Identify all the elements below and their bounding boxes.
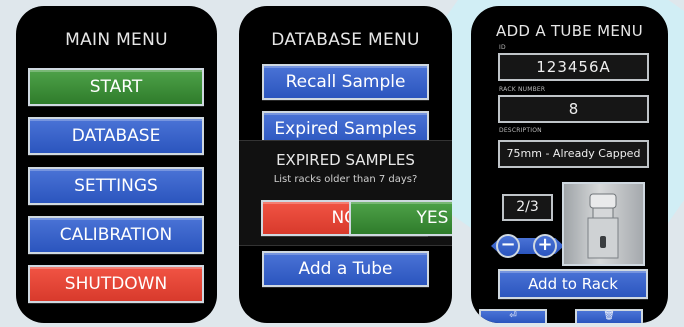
trash-icon: 🗑	[603, 311, 615, 321]
back-icon: ⏎	[509, 311, 517, 321]
rack-number-label: RACK NUMBER	[499, 86, 546, 93]
main-menu-title: MAIN MENU	[65, 30, 168, 50]
rack-number-field[interactable]: 8	[498, 95, 649, 123]
description-field[interactable]: 75mm - Already Capped	[498, 140, 649, 168]
id-label: ID	[499, 44, 506, 51]
back-button[interactable]: ⏎	[479, 309, 547, 323]
main-menu-screen: MAIN MENU START DATABASE SETTINGS CALIBR…	[16, 6, 217, 323]
delete-button[interactable]: 🗑	[575, 309, 643, 323]
expired-samples-dialog: EXPIRED SAMPLES List racks older than 7 …	[239, 140, 452, 246]
id-field[interactable]: 123456A	[498, 53, 649, 81]
tube-counter: 2/3	[502, 194, 553, 221]
plus-button[interactable]: +	[533, 234, 557, 258]
add-tube-title: ADD A TUBE MENU	[496, 22, 643, 40]
add-tube-screen: ADD A TUBE MENU ID 123456A RACK NUMBER 8…	[471, 6, 668, 323]
recall-sample-button[interactable]: Recall Sample	[262, 64, 429, 100]
dialog-title: EXPIRED SAMPLES	[276, 151, 415, 169]
description-label: DESCRIPTION	[499, 127, 542, 134]
minus-button[interactable]: −	[496, 234, 520, 258]
database-menu-screen: DATABASE MENU Recall Sample Expired Samp…	[239, 6, 452, 323]
database-button[interactable]: DATABASE	[28, 117, 204, 155]
tube-icon	[587, 193, 619, 259]
shutdown-button[interactable]: SHUTDOWN	[28, 265, 204, 303]
calibration-button[interactable]: CALIBRATION	[28, 216, 204, 254]
start-button[interactable]: START	[28, 68, 204, 106]
yes-button[interactable]: YES	[349, 200, 452, 236]
dialog-message: List racks older than 7 days?	[273, 174, 418, 185]
add-to-rack-button[interactable]: Add to Rack	[498, 269, 648, 299]
database-menu-title: DATABASE MENU	[271, 30, 420, 50]
tube-photo	[562, 182, 645, 266]
settings-button[interactable]: SETTINGS	[28, 167, 204, 205]
add-a-tube-button[interactable]: Add a Tube	[262, 251, 429, 287]
